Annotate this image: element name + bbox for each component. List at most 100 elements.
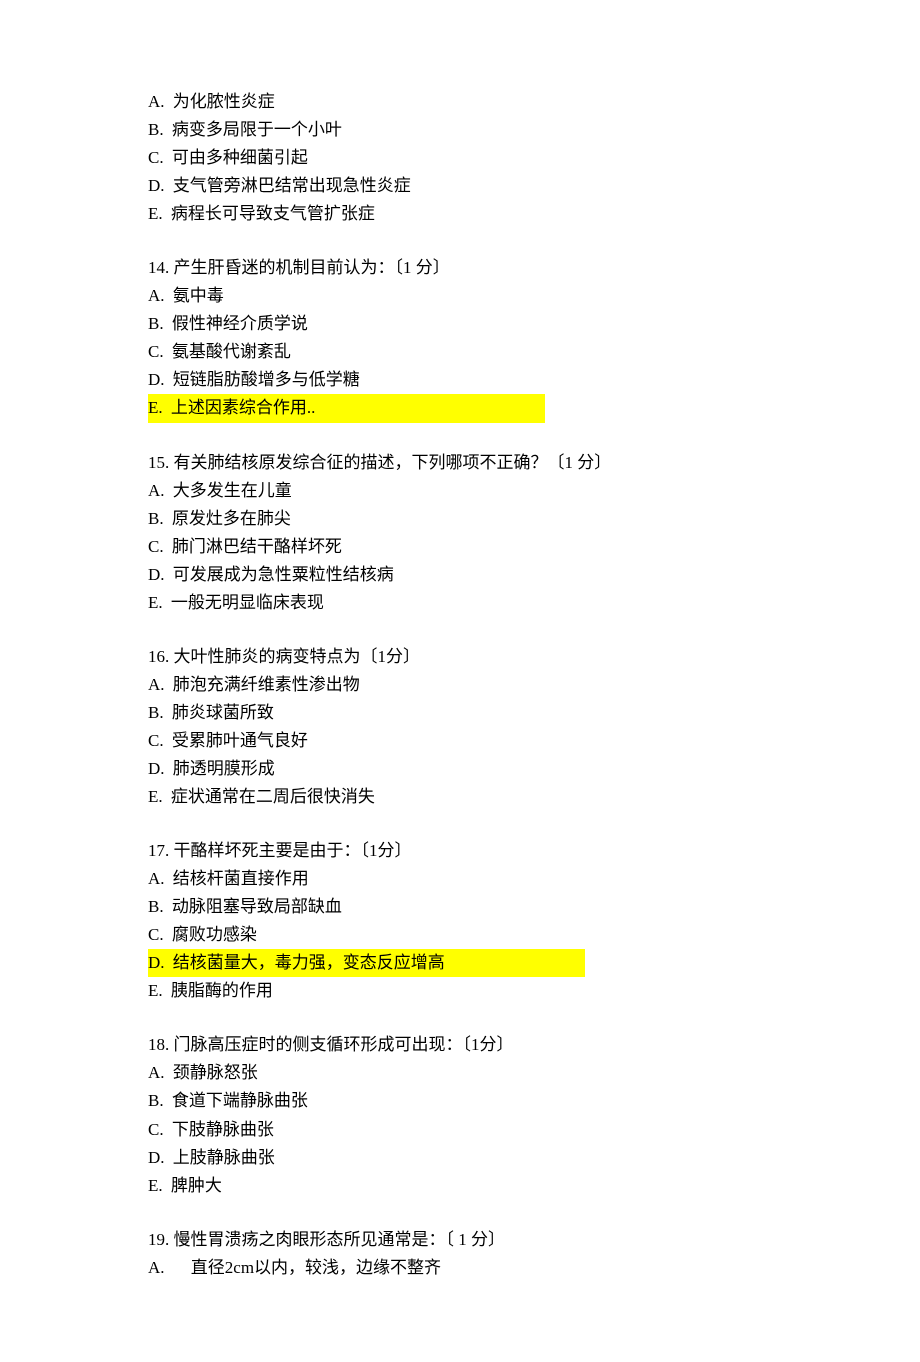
option-label: D. bbox=[148, 565, 165, 584]
option-label: A. bbox=[148, 286, 165, 305]
option-label: B. bbox=[148, 120, 164, 139]
option-label: B. bbox=[148, 897, 164, 916]
q17-stem: 17. 干酪样坏死主要是由于：〔1分〕 bbox=[148, 837, 780, 865]
q16-option-c: C. 受累肺叶通气良好 bbox=[148, 727, 780, 755]
q13-option-d: D. 支气管旁淋巴结常出现急性炎症 bbox=[148, 172, 780, 200]
q15-stem: 15. 有关肺结核原发综合征的描述，下列哪项不正确？〔1 分〕 bbox=[148, 449, 780, 477]
option-label: B. bbox=[148, 509, 164, 528]
q14-option-d: D. 短链脂肪酸增多与低学糖 bbox=[148, 366, 780, 394]
option-label: C. bbox=[148, 148, 164, 167]
q17-option-e: E. 胰脂酶的作用 bbox=[148, 977, 780, 1005]
option-label: B. bbox=[148, 314, 164, 333]
q17-option-c: C. 腐败功感染 bbox=[148, 921, 780, 949]
option-label: B. bbox=[148, 703, 164, 722]
option-label: E. bbox=[148, 398, 163, 417]
option-label: A. bbox=[148, 869, 165, 888]
q13-option-a: A. 为化脓性炎症 bbox=[148, 88, 780, 116]
option-text: 食道下端静脉曲张 bbox=[172, 1091, 308, 1110]
option-label: A. bbox=[148, 1063, 165, 1082]
option-text: 氨基酸代谢紊乱 bbox=[172, 342, 291, 361]
q19-stem: 19. 慢性胃溃疡之肉眼形态所见通常是：〔 1 分〕 bbox=[148, 1226, 780, 1254]
option-label: D. bbox=[148, 759, 165, 778]
option-text: 肺门淋巴结干酪样坏死 bbox=[172, 537, 342, 556]
q19-option-a: A. 直径2cm以内，较浅，边缘不整齐 bbox=[148, 1254, 780, 1282]
option-text: 大多发生在儿童 bbox=[173, 481, 292, 500]
option-text: 肺炎球菌所致 bbox=[172, 703, 274, 722]
q16-option-e: E. 症状通常在二周后很快消失 bbox=[148, 783, 780, 811]
option-label: E. bbox=[148, 787, 163, 806]
q16-stem: 16. 大叶性肺炎的病变特点为〔1分〕 bbox=[148, 643, 780, 671]
option-label: A. bbox=[148, 92, 165, 111]
option-text: 颈静脉怒张 bbox=[173, 1063, 258, 1082]
q17-option-b: B. 动脉阻塞导致局部缺血 bbox=[148, 893, 780, 921]
q18-option-a: A. 颈静脉怒张 bbox=[148, 1059, 780, 1087]
q15-option-b: B. 原发灶多在肺尖 bbox=[148, 505, 780, 533]
q18-option-b: B. 食道下端静脉曲张 bbox=[148, 1087, 780, 1115]
q15-option-e: E. 一般无明显临床表现 bbox=[148, 589, 780, 617]
q15-option-a: A. 大多发生在儿童 bbox=[148, 477, 780, 505]
option-text: 上肢静脉曲张 bbox=[173, 1148, 275, 1167]
document-page: A. 为化脓性炎症 B. 病变多局限于一个小叶 C. 可由多种细菌引起 D. 支… bbox=[0, 0, 920, 1362]
q13-option-e: E. 病程长可导致支气管扩张症 bbox=[148, 200, 780, 228]
option-label: E. bbox=[148, 593, 163, 612]
option-label: D. bbox=[148, 1148, 165, 1167]
option-label: D. bbox=[148, 370, 165, 389]
option-text: 肺泡充满纤维素性渗出物 bbox=[173, 675, 360, 694]
q16-option-d: D. 肺透明膜形成 bbox=[148, 755, 780, 783]
option-text: 病变多局限于一个小叶 bbox=[172, 120, 342, 139]
option-label: C. bbox=[148, 1120, 164, 1139]
option-label: E. bbox=[148, 1176, 163, 1195]
q18-option-e: E. 脾肿大 bbox=[148, 1172, 780, 1200]
q15-option-d: D. 可发展成为急性粟粒性结核病 bbox=[148, 561, 780, 589]
option-label: A. bbox=[148, 481, 165, 500]
option-label: E. bbox=[148, 981, 163, 1000]
highlight: E. 上述因素综合作用.. bbox=[148, 394, 545, 422]
option-text: 原发灶多在肺尖 bbox=[172, 509, 291, 528]
q15-option-c: C. 肺门淋巴结干酪样坏死 bbox=[148, 533, 780, 561]
option-label: C. bbox=[148, 537, 164, 556]
q17-option-a: A. 结核杆菌直接作用 bbox=[148, 865, 780, 893]
q18-stem: 18. 门脉高压症时的侧支循环形成可出现：〔1分〕 bbox=[148, 1031, 780, 1059]
option-text: 可由多种细菌引起 bbox=[172, 148, 308, 167]
q14-option-e: E. 上述因素综合作用.. bbox=[148, 394, 780, 422]
option-label: B. bbox=[148, 1091, 164, 1110]
option-label: D. bbox=[148, 176, 165, 195]
option-text: 上述因素综合作用.. bbox=[171, 398, 316, 417]
q18-option-d: D. 上肢静脉曲张 bbox=[148, 1144, 780, 1172]
option-text: 动脉阻塞导致局部缺血 bbox=[172, 897, 342, 916]
q17-option-d: D. 结核菌量大，毒力强，变态反应增高 bbox=[148, 949, 780, 977]
option-text: 为化脓性炎症 bbox=[173, 92, 275, 111]
q14-option-b: B. 假性神经介质学说 bbox=[148, 310, 780, 338]
option-text: 受累肺叶通气良好 bbox=[172, 731, 308, 750]
highlight: D. 结核菌量大，毒力强，变态反应增高 bbox=[148, 949, 585, 977]
option-label: A. bbox=[148, 675, 165, 694]
option-label: D. bbox=[148, 953, 165, 972]
option-text: 可发展成为急性粟粒性结核病 bbox=[173, 565, 394, 584]
option-text: 一般无明显临床表现 bbox=[171, 593, 324, 612]
option-text: 腐败功感染 bbox=[172, 925, 257, 944]
option-label: C. bbox=[148, 342, 164, 361]
option-text: 短链脂肪酸增多与低学糖 bbox=[173, 370, 360, 389]
option-text: 结核杆菌直接作用 bbox=[173, 869, 309, 888]
q16-option-b: B. 肺炎球菌所致 bbox=[148, 699, 780, 727]
option-text: 胰脂酶的作用 bbox=[171, 981, 273, 1000]
option-label: C. bbox=[148, 731, 164, 750]
q16-option-a: A. 肺泡充满纤维素性渗出物 bbox=[148, 671, 780, 699]
option-text: 结核菌量大，毒力强，变态反应增高 bbox=[173, 953, 445, 972]
option-text: 假性神经介质学说 bbox=[172, 314, 308, 333]
q13-option-b: B. 病变多局限于一个小叶 bbox=[148, 116, 780, 144]
option-label: E. bbox=[148, 204, 163, 223]
q13-option-c: C. 可由多种细菌引起 bbox=[148, 144, 780, 172]
option-text: 病程长可导致支气管扩张症 bbox=[171, 204, 375, 223]
option-text: 氨中毒 bbox=[173, 286, 224, 305]
q14-stem: 14. 产生肝昏迷的机制目前认为：〔1 分〕 bbox=[148, 254, 780, 282]
q14-option-c: C. 氨基酸代谢紊乱 bbox=[148, 338, 780, 366]
option-text: 症状通常在二周后很快消失 bbox=[171, 787, 375, 806]
option-text: 直径2cm以内，较浅，边缘不整齐 bbox=[173, 1258, 441, 1277]
option-label: A. bbox=[148, 1258, 165, 1277]
q18-option-c: C. 下肢静脉曲张 bbox=[148, 1116, 780, 1144]
option-text: 脾肿大 bbox=[171, 1176, 222, 1195]
q14-option-a: A. 氨中毒 bbox=[148, 282, 780, 310]
option-text: 支气管旁淋巴结常出现急性炎症 bbox=[173, 176, 411, 195]
option-text: 肺透明膜形成 bbox=[173, 759, 275, 778]
